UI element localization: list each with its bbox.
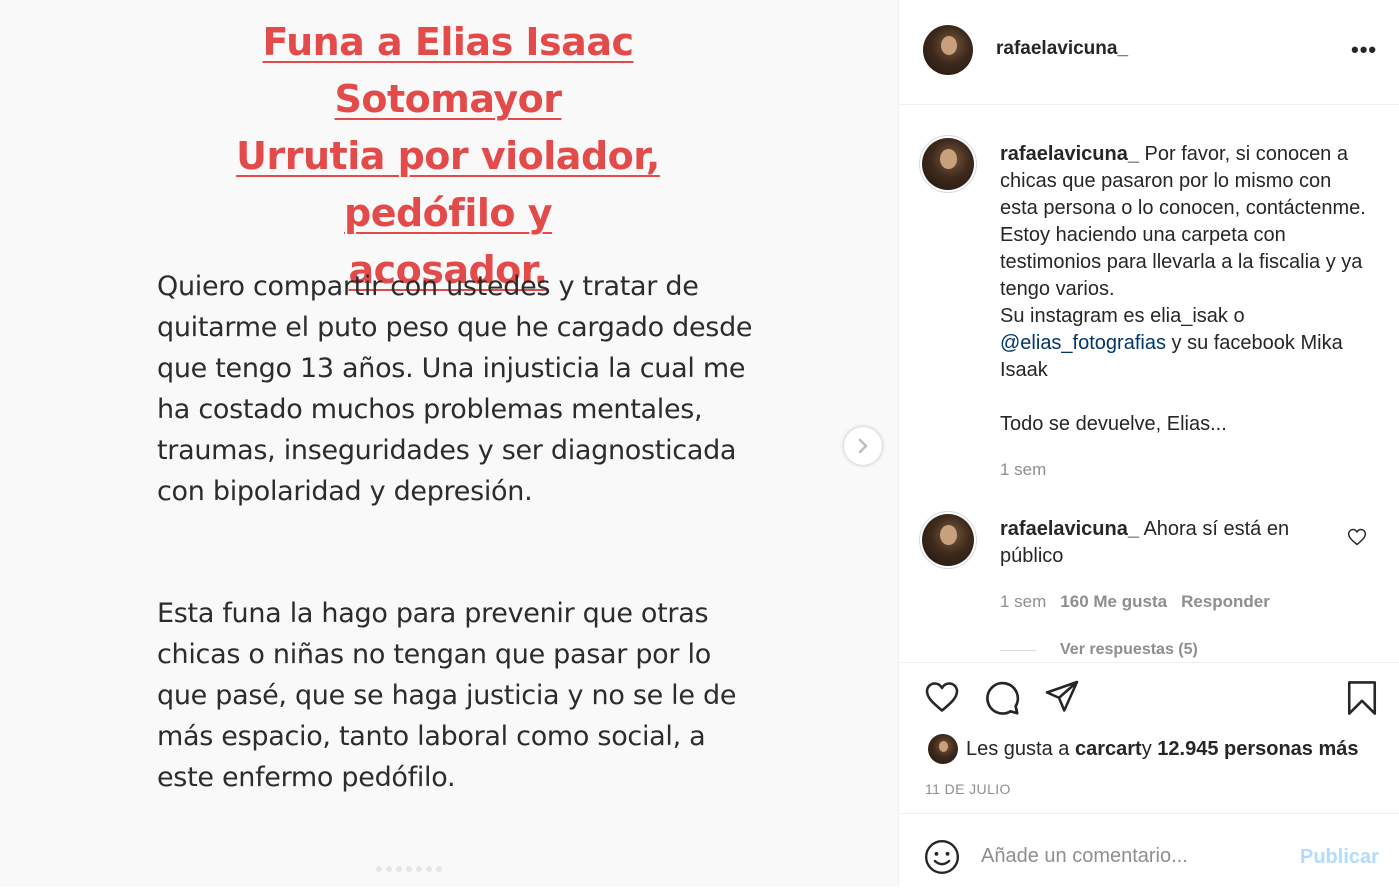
share-icon[interactable] bbox=[1043, 679, 1081, 715]
more-options-icon[interactable]: ••• bbox=[1351, 39, 1377, 61]
comments-section: rafaelavicuna_ Por favor, si conocen a c… bbox=[899, 105, 1399, 661]
caption-text: rafaelavicuna_ Por favor, si conocen a c… bbox=[1000, 141, 1366, 438]
reply-button[interactable]: Responder bbox=[1181, 592, 1270, 611]
post-title-line2: Urrutia por violador, pedófilo y bbox=[236, 134, 660, 235]
next-slide-button[interactable] bbox=[844, 427, 882, 465]
likes-user[interactable]: carcart bbox=[1075, 738, 1142, 761]
post-date[interactable]: 11 DE JULIO bbox=[925, 781, 1011, 797]
avatar bbox=[922, 514, 974, 566]
emoji-icon[interactable] bbox=[923, 838, 961, 876]
post-paragraph-2: Esta funa la hago para prevenir que otra… bbox=[157, 598, 737, 793]
header-username[interactable]: rafaelavicuna_ bbox=[996, 38, 1128, 60]
carousel-dot bbox=[386, 866, 392, 872]
avatar[interactable] bbox=[923, 25, 973, 75]
carousel-dot bbox=[396, 866, 402, 872]
comment-time: 1 sem bbox=[1000, 592, 1047, 611]
likes-prefix: Les gusta a bbox=[966, 737, 1070, 760]
view-replies-button[interactable]: Ver respuestas (5) bbox=[1000, 641, 1198, 659]
likes-middle: y bbox=[1141, 737, 1152, 760]
caption-time: 1 sem bbox=[1000, 460, 1047, 479]
comment-username[interactable]: rafaelavicuna_ bbox=[1000, 518, 1139, 540]
post-paragraph-1: Quiero compartir con ustedes y tratar de… bbox=[157, 271, 753, 507]
carousel-dot bbox=[436, 866, 442, 872]
carousel-dot bbox=[376, 866, 382, 872]
post-side-panel: rafaelavicuna_ ••• rafaelavicuna_ Por fa… bbox=[898, 0, 1399, 887]
post-title-line1: Funa a Elias Isaac Sotomayor bbox=[262, 20, 634, 121]
heart-icon[interactable] bbox=[923, 679, 961, 715]
carousel-dot bbox=[416, 866, 422, 872]
caption-body-2: Su instagram es elia_isak o bbox=[1000, 305, 1245, 327]
carousel-dot bbox=[426, 866, 432, 872]
next-arrow-icon bbox=[858, 438, 868, 454]
avatar bbox=[922, 138, 974, 190]
caption-body: Por favor, si conocen a chicas que pasar… bbox=[1000, 143, 1366, 300]
comment-icon[interactable] bbox=[983, 679, 1021, 717]
comment-meta: 1 sem 160 Me gusta Responder bbox=[1000, 592, 1270, 612]
comment-likes[interactable]: 160 Me gusta bbox=[1060, 592, 1167, 611]
publish-button[interactable]: Publicar bbox=[1300, 846, 1379, 869]
comment-text: rafaelavicuna_ Ahora sí está en público bbox=[1000, 516, 1330, 570]
caption-username[interactable]: rafaelavicuna_ bbox=[1000, 143, 1139, 165]
post-actions: Les gusta a carcart y 12.945 personas má… bbox=[899, 662, 1399, 813]
avatar[interactable] bbox=[928, 734, 958, 764]
caption-closing: Todo se devuelve, Elias... bbox=[1000, 413, 1227, 435]
comment-like-icon[interactable] bbox=[1347, 527, 1367, 547]
post-title: Funa a Elias Isaac Sotomayor Urrutia por… bbox=[150, 14, 746, 299]
likes-summary: Les gusta a carcart y 12.945 personas má… bbox=[928, 734, 1359, 764]
post-header: rafaelavicuna_ ••• bbox=[899, 0, 1399, 105]
likes-count[interactable]: 12.945 personas más bbox=[1157, 738, 1358, 761]
mention-link[interactable]: @elias_fotografias bbox=[1000, 332, 1166, 354]
carousel-indicator bbox=[376, 866, 442, 872]
comment-input[interactable] bbox=[981, 836, 1281, 876]
post-media: Funa a Elias Isaac Sotomayor Urrutia por… bbox=[0, 0, 898, 887]
caption-avatar-ring[interactable] bbox=[919, 135, 977, 193]
add-comment-section: Publicar bbox=[899, 813, 1399, 888]
carousel-dot bbox=[406, 866, 412, 872]
bookmark-icon[interactable] bbox=[1345, 679, 1379, 717]
view-replies-label: Ver respuestas (5) bbox=[1060, 641, 1198, 658]
comment-avatar-ring[interactable] bbox=[919, 511, 977, 569]
